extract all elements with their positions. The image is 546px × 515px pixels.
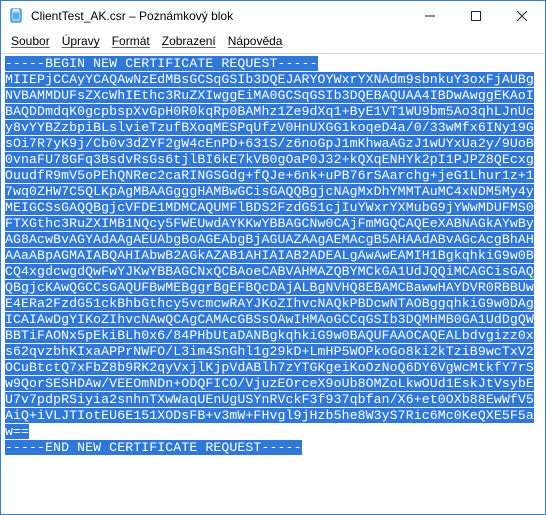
close-icon [517, 11, 527, 21]
editor-area: -----BEGIN NEW CERTIFICATE REQUEST----- … [1, 53, 545, 514]
menu-view[interactable]: Zobrazení [156, 33, 222, 49]
minimize-icon [425, 11, 435, 21]
notepad-window: ClientTest_AK.csr – Poznámkový blok Soub… [0, 0, 546, 515]
notepad-icon [9, 8, 25, 24]
close-button[interactable] [499, 1, 545, 31]
menu-help[interactable]: Nápověda [222, 33, 289, 49]
maximize-button[interactable] [453, 1, 499, 31]
menu-edit[interactable]: Úpravy [56, 33, 106, 49]
menu-file[interactable]: Soubor [5, 33, 56, 49]
window-title: ClientTest_AK.csr – Poznámkový blok [31, 9, 233, 23]
minimize-button[interactable] [407, 1, 453, 31]
menu-format[interactable]: Formát [106, 33, 156, 49]
maximize-icon [471, 11, 481, 21]
menubar: Soubor Úpravy Formát Zobrazení Nápověda [1, 31, 545, 53]
titlebar[interactable]: ClientTest_AK.csr – Poznámkový blok [1, 1, 545, 31]
text-content[interactable]: -----BEGIN NEW CERTIFICATE REQUEST----- … [3, 56, 543, 512]
